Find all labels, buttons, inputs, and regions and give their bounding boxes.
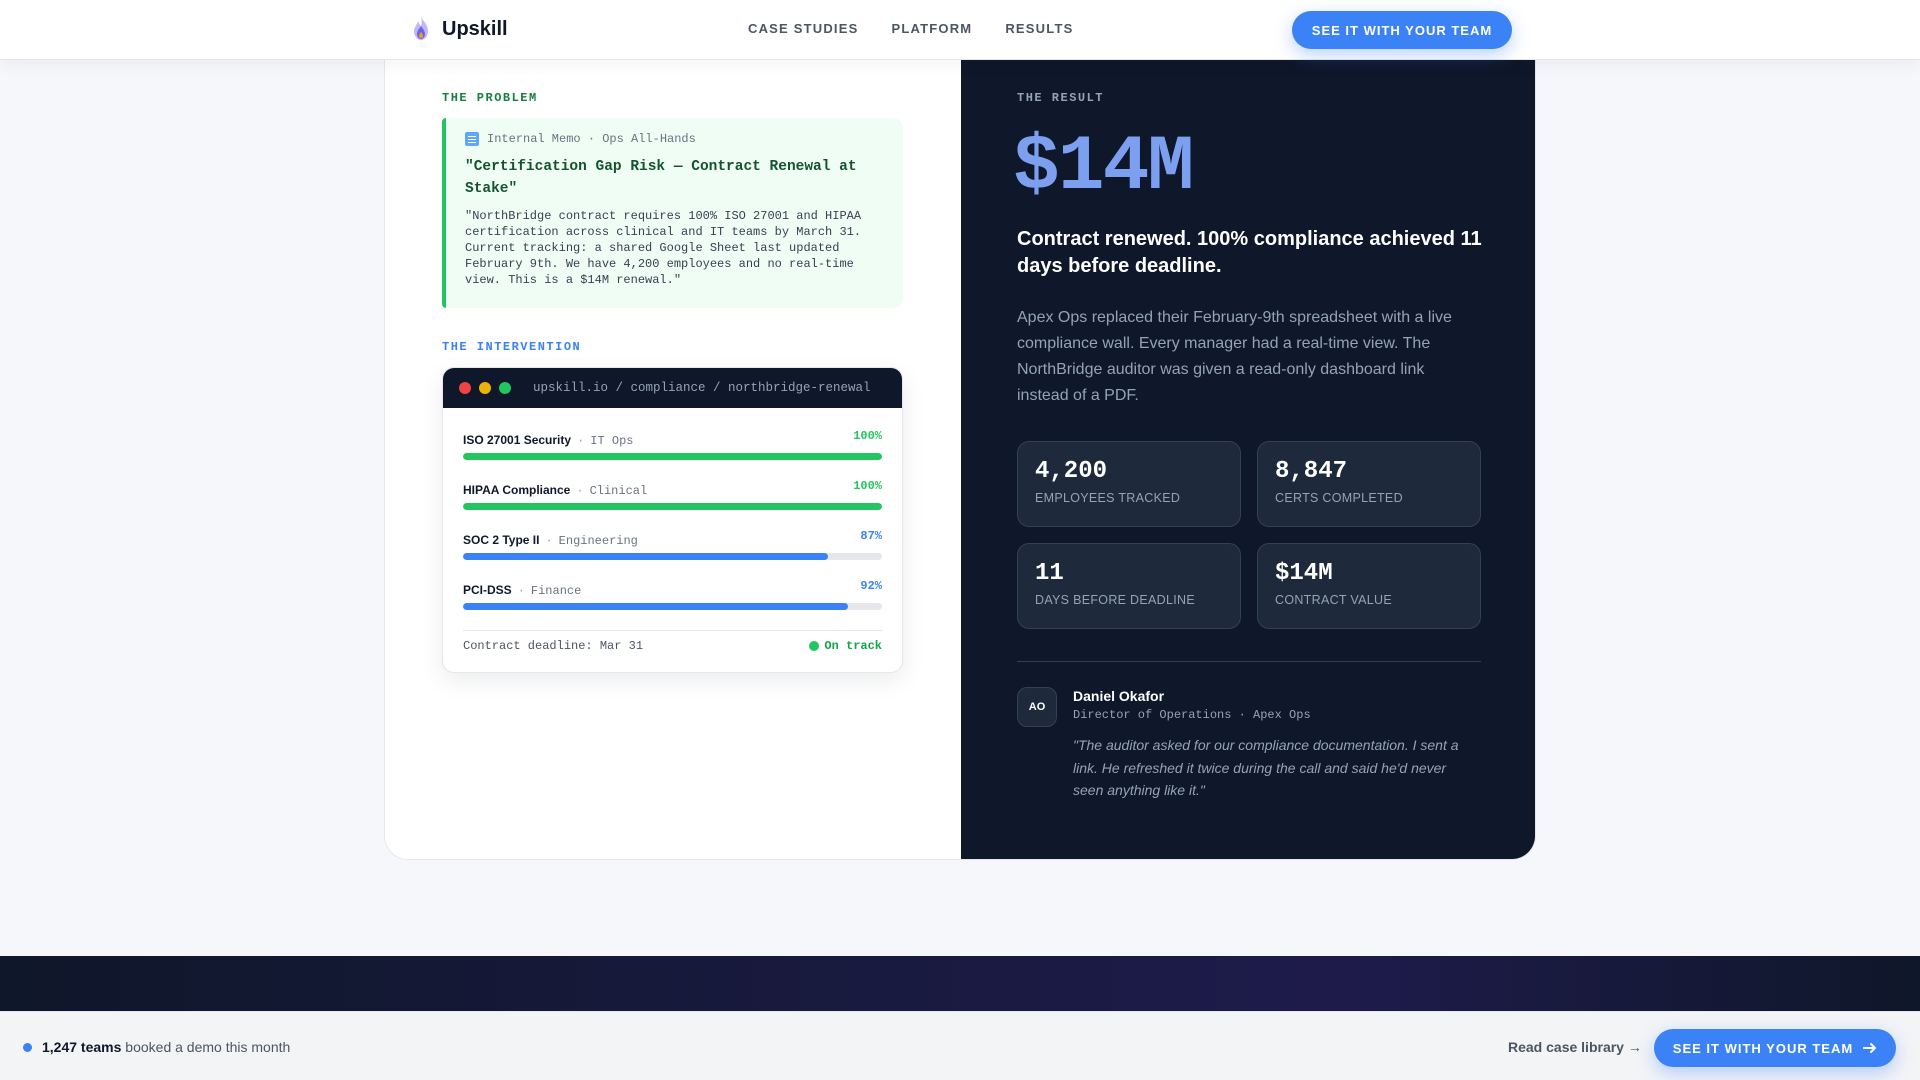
- stat-label: DAYS BEFORE DEADLINE: [1035, 593, 1195, 607]
- arrow-right-icon: [1863, 1043, 1877, 1053]
- avatar: AO: [1017, 687, 1057, 727]
- case-library-link[interactable]: Read case library →: [1508, 1039, 1642, 1055]
- sticky-cta-button[interactable]: SEE IT WITH YOUR TEAM: [1654, 1029, 1896, 1067]
- memo-title: "Certification Gap Risk — Contract Renew…: [465, 159, 857, 197]
- progress-bar: [463, 553, 882, 560]
- stat-value: 11: [1035, 560, 1064, 587]
- social-proof-text: 1,247 teams booked a demo this month: [42, 1039, 290, 1055]
- divider: [1017, 661, 1481, 662]
- internal-memo: Internal Memo · Ops All-Hands "Certifica…: [442, 118, 903, 308]
- cert-name: HIPAA Compliance: [463, 483, 571, 497]
- cert-name: ISO 27001 Security: [463, 433, 572, 447]
- status-text: On track: [824, 639, 882, 653]
- cert-percent: 100%: [853, 429, 882, 443]
- author-role: Director of Operations · Apex Ops: [1073, 708, 1311, 722]
- cert-list: ISO 27001 Security · IT Ops 100% HIPAA Com…: [443, 408, 902, 631]
- testimonial-quote: "The auditor asked for our compliance do…: [1073, 737, 1459, 798]
- browser-bar: upskill.io / compliance / northbridge-re…: [443, 368, 902, 408]
- problem-label: THE PROBLEM: [442, 91, 538, 105]
- cert-row: HIPAA Compliance · Clinical 100%: [463, 479, 882, 531]
- maximize-dot-icon: [499, 382, 511, 394]
- case-study-card: THE PROBLEM Internal Memo · Ops All-Hand…: [384, 60, 1536, 860]
- contract-deadline: Contract deadline: Mar 31: [463, 639, 644, 653]
- social-proof-suffix: booked a demo this month: [125, 1039, 291, 1055]
- author-name: Daniel Okafor: [1073, 688, 1165, 704]
- progress-fill: [463, 603, 849, 610]
- sticky-cta-label: SEE IT WITH YOUR TEAM: [1672, 1040, 1854, 1056]
- status-badge: On track: [809, 639, 882, 653]
- separator: ·: [517, 584, 525, 598]
- stat-label: EMPLOYEES TRACKED: [1035, 491, 1181, 505]
- stat-label: CONTRACT VALUE: [1275, 593, 1392, 607]
- result-label: THE RESULT: [1017, 91, 1105, 105]
- minimize-dot-icon: [479, 382, 491, 394]
- cert-team: Finance: [530, 584, 582, 598]
- teams-count: 1,247 teams: [42, 1039, 122, 1055]
- cert-row: ISO 27001 Security · IT Ops 100%: [463, 429, 882, 481]
- progress-fill: [463, 503, 882, 510]
- memo-source: Internal Memo · Ops All-Hands: [487, 132, 696, 146]
- stat-card: 11 DAYS BEFORE DEADLINE: [1017, 543, 1241, 629]
- cert-percent: 87%: [860, 529, 882, 543]
- compliance-dashboard: upskill.io / compliance / northbridge-re…: [442, 367, 903, 673]
- brand-name: Upskill: [442, 17, 508, 40]
- sticky-demo-bar: 1,247 teams booked a demo this month Rea…: [0, 1011, 1920, 1080]
- progress-fill: [463, 553, 828, 560]
- cert-percent: 92%: [860, 579, 882, 593]
- stat-card: 4,200 EMPLOYEES TRACKED: [1017, 441, 1241, 527]
- separator: ·: [545, 534, 553, 548]
- cert-percent: 100%: [853, 479, 882, 493]
- result-headline: Contract renewed. 100% compliance achiev…: [1017, 228, 1482, 277]
- stat-label: CERTS COMPLETED: [1275, 491, 1403, 505]
- main-nav: CASE STUDIES PLATFORM RESULTS: [748, 21, 1073, 36]
- result-description: Apex Ops replaced their February-9th spr…: [1017, 309, 1452, 404]
- demo-social-proof: 1,247 teams booked a demo this month: [23, 1039, 290, 1055]
- nav-case-studies[interactable]: CASE STUDIES: [748, 21, 858, 36]
- status-dot-icon: [809, 641, 820, 651]
- progress-fill: [463, 453, 882, 460]
- cert-team: Engineering: [558, 534, 638, 548]
- document-icon: [465, 132, 479, 146]
- stat-value: 4,200: [1035, 458, 1108, 485]
- progress-bar: [463, 453, 882, 460]
- live-dot-icon: [23, 1042, 32, 1052]
- testimonial-author: Daniel Okafor Director of Operations · A…: [1073, 688, 1311, 722]
- progress-bar: [463, 503, 882, 510]
- result-amount: $14M: [1013, 124, 1194, 212]
- intervention-label: THE INTERVENTION: [442, 340, 582, 354]
- cert-team: IT Ops: [590, 434, 634, 448]
- progress-bar: [463, 603, 882, 610]
- problem-panel: THE PROBLEM Internal Memo · Ops All-Hand…: [385, 60, 961, 859]
- memo-header: Internal Memo · Ops All-Hands: [465, 132, 883, 146]
- cert-name: PCI-DSS: [463, 583, 512, 597]
- cert-team: Clinical: [589, 484, 648, 498]
- cert-name: SOC 2 Type II: [463, 533, 540, 547]
- cert-row: SOC 2 Type II · Engineering 87%: [463, 529, 882, 581]
- site-header: Upskill CASE STUDIES PLATFORM RESULTS SE…: [0, 0, 1920, 60]
- stat-card: $14M CONTRACT VALUE: [1257, 543, 1481, 629]
- flame-logo-icon: [414, 17, 428, 40]
- memo-body: "NorthBridge contract requires 100% ISO …: [465, 209, 862, 287]
- nav-platform[interactable]: PLATFORM: [891, 21, 972, 36]
- nav-results[interactable]: RESULTS: [1005, 21, 1073, 36]
- stat-value: 8,847: [1275, 458, 1348, 485]
- dashboard-footer: Contract deadline: Mar 31 On track: [463, 630, 882, 653]
- dashboard-url: upskill.io / compliance / northbridge-re…: [533, 381, 871, 395]
- brand-logo[interactable]: Upskill: [410, 16, 508, 42]
- cert-row: PCI-DSS · Finance 92%: [463, 579, 882, 631]
- header-cta-button[interactable]: SEE IT WITH YOUR TEAM: [1292, 11, 1512, 49]
- separator: ·: [576, 484, 584, 498]
- separator: ·: [577, 434, 585, 448]
- stat-value: $14M: [1275, 560, 1333, 587]
- close-dot-icon: [459, 382, 471, 394]
- result-panel: THE RESULT $14M Contract renewed. 100% c…: [961, 60, 1535, 859]
- stat-card: 8,847 CERTS COMPLETED: [1257, 441, 1481, 527]
